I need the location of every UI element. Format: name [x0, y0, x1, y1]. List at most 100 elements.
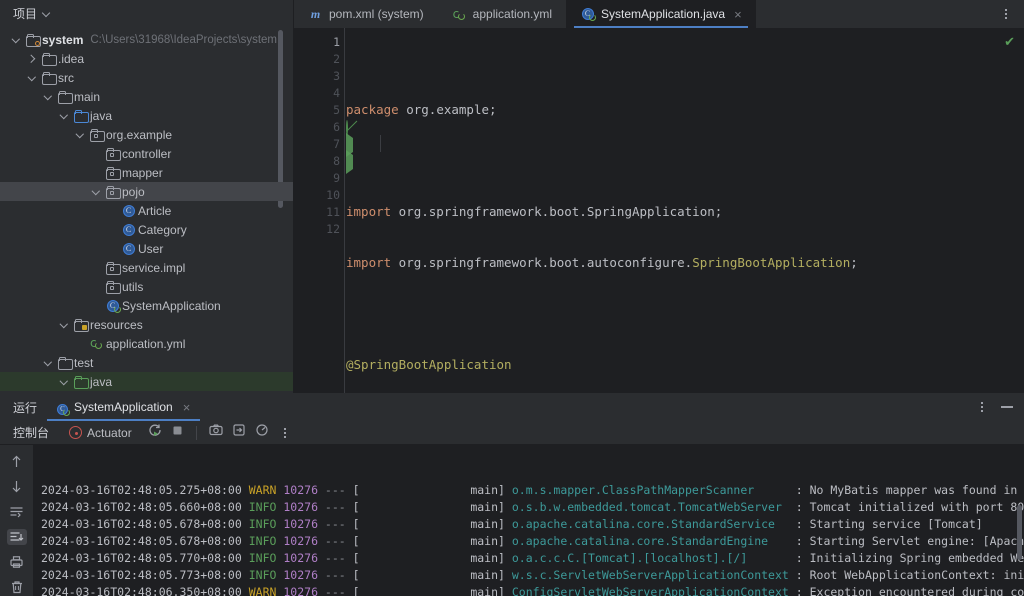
- project-panel-title: 项目: [13, 5, 37, 22]
- folder-icon: [56, 357, 73, 368]
- editor-tab-application-yml[interactable]: application.yml: [438, 0, 566, 28]
- actuator-tab[interactable]: Actuator: [61, 426, 140, 440]
- log-message: : Exception encountered during context i…: [796, 585, 1024, 596]
- code-area[interactable]: 123456789101112 package org.example; imp…: [294, 28, 1024, 393]
- stop-icon[interactable]: [171, 424, 184, 442]
- tree-item-test[interactable]: test: [0, 353, 293, 372]
- console-scrollbar[interactable]: [1017, 505, 1022, 560]
- tree-item-mapper[interactable]: mapper: [0, 163, 293, 182]
- import-2-semi: ;: [850, 255, 858, 270]
- tree-item-system[interactable]: systemC:\Users\31968\IdeaProjects\system: [0, 30, 293, 49]
- log-message: : Tomcat initialized with port 8080 (htt…: [796, 500, 1024, 514]
- run-config-tab[interactable]: C SystemApplication ×: [47, 393, 200, 421]
- minimize-icon[interactable]: [1001, 406, 1013, 408]
- chevron-down-icon[interactable]: [43, 9, 52, 18]
- tree-item-resources[interactable]: resources: [0, 315, 293, 334]
- code-content[interactable]: package org.example; import org.springfr…: [344, 28, 1024, 393]
- dump-icon[interactable]: [255, 423, 269, 442]
- log-timestamp: 2024-03-16T02:48:05.678+08:00: [41, 534, 242, 548]
- chevron-down-icon[interactable]: [24, 74, 40, 82]
- scroll-down-icon[interactable]: [7, 478, 27, 494]
- log-timestamp: 2024-03-16T02:48:05.678+08:00: [41, 517, 242, 531]
- tree-item-label: pojo: [122, 185, 145, 199]
- tree-item--idea[interactable]: .idea: [0, 49, 293, 68]
- tree-item-label: test: [74, 356, 93, 370]
- chevron-down-icon[interactable]: [72, 131, 88, 139]
- log-timestamp: 2024-03-16T02:48:06.350+08:00: [41, 585, 242, 596]
- source-folder-icon: [72, 110, 89, 121]
- console-output[interactable]: 2024-03-16T02:48:05.275+08:00 WARN 10276…: [33, 445, 1024, 596]
- tree-item-controller[interactable]: controller: [0, 144, 293, 163]
- tree-item-category[interactable]: CCategory: [0, 220, 293, 239]
- project-panel-header[interactable]: 项目: [0, 0, 293, 26]
- chevron-down-icon[interactable]: [88, 188, 104, 196]
- log-logger: w.s.c.ServletWebServerApplicationContext: [512, 568, 796, 582]
- scroll-up-icon[interactable]: [7, 453, 27, 469]
- close-icon[interactable]: ×: [183, 400, 191, 415]
- editor-area: mpom.xml (system)application.ymlCSystemA…: [294, 0, 1024, 393]
- log-level: WARN: [249, 585, 277, 596]
- class-icon: C: [120, 224, 137, 236]
- print-icon[interactable]: [7, 554, 27, 570]
- tree-item-java[interactable]: java: [0, 106, 293, 125]
- tree-item-systemapplication[interactable]: CSystemApplication: [0, 296, 293, 315]
- tree-item-article[interactable]: CArticle: [0, 201, 293, 220]
- camera-icon[interactable]: [209, 423, 223, 442]
- clear-all-icon[interactable]: [7, 580, 27, 596]
- soft-wrap-icon[interactable]: [7, 504, 27, 520]
- chevron-down-icon[interactable]: [56, 321, 72, 329]
- more-options-icon[interactable]: [999, 7, 1013, 21]
- tree-item-pojo[interactable]: pojo: [0, 182, 293, 201]
- chevron-down-icon[interactable]: [40, 93, 56, 101]
- tree-item-label: SystemApplication: [122, 299, 221, 313]
- log-thread: [ main]: [353, 585, 512, 596]
- log-level: WARN: [249, 483, 277, 497]
- chevron-down-icon[interactable]: [56, 378, 72, 386]
- chevron-down-icon[interactable]: [40, 359, 56, 367]
- folder-icon: [40, 72, 57, 83]
- export-icon[interactable]: [232, 423, 246, 442]
- line-number-4: 4: [294, 84, 344, 101]
- chevron-down-icon[interactable]: [8, 36, 24, 44]
- rerun-icon[interactable]: [148, 423, 162, 442]
- editor-tab-systemapplication-java[interactable]: CSystemApplication.java×: [566, 0, 756, 28]
- kw-package: package: [346, 102, 399, 117]
- tree-item-utils[interactable]: utils: [0, 277, 293, 296]
- tree-item-main[interactable]: main: [0, 87, 293, 106]
- console-body: 2024-03-16T02:48:05.275+08:00 WARN 10276…: [0, 445, 1024, 596]
- tree-item-user[interactable]: CUser: [0, 239, 293, 258]
- log-timestamp: 2024-03-16T02:48:05.773+08:00: [41, 568, 242, 582]
- log-pid: 10276: [283, 551, 318, 565]
- tree-item-service-impl[interactable]: service.impl: [0, 258, 293, 277]
- tree-item-label: Category: [138, 223, 187, 237]
- tree-item-label: org.example: [106, 128, 172, 142]
- log-level: INFO: [249, 534, 277, 548]
- editor-tab-label: SystemApplication.java: [601, 7, 725, 21]
- project-tree[interactable]: systemC:\Users\31968\IdeaProjects\system…: [0, 26, 293, 393]
- close-icon[interactable]: ×: [734, 7, 742, 22]
- more-options-icon[interactable]: [278, 426, 292, 440]
- tree-item-src[interactable]: src: [0, 68, 293, 87]
- chevron-right-icon[interactable]: [24, 55, 40, 63]
- scroll-to-end-icon[interactable]: [7, 529, 27, 545]
- editor-gutter[interactable]: 123456789101112: [294, 28, 344, 393]
- tree-item-java[interactable]: java: [0, 372, 293, 391]
- tree-item-application-yml[interactable]: application.yml: [0, 334, 293, 353]
- tree-item-org-example[interactable]: org.example: [0, 125, 293, 144]
- log-message: : Initializing Spring embedded WebApplic…: [796, 551, 1024, 565]
- log-separator: ---: [318, 534, 353, 548]
- log-pid: 10276: [283, 517, 318, 531]
- code-line-2: [346, 152, 1024, 169]
- package-name: org.example;: [399, 102, 497, 117]
- class-icon: C: [120, 205, 137, 217]
- console-log-line: 2024-03-16T02:48:05.770+08:00 INFO 10276…: [33, 550, 1024, 567]
- more-options-icon[interactable]: [975, 400, 989, 414]
- log-logger: ConfigServletWebServerApplicationContext: [512, 585, 796, 596]
- inspection-ok-icon[interactable]: ✔: [1004, 34, 1015, 50]
- editor-tab-pom-xml-system-[interactable]: mpom.xml (system): [294, 0, 438, 28]
- chevron-down-icon[interactable]: [56, 112, 72, 120]
- run-header-actions: [975, 400, 1024, 414]
- log-separator: ---: [318, 483, 353, 497]
- log-thread: [ main]: [353, 534, 512, 548]
- line-number-6: 6: [294, 118, 344, 135]
